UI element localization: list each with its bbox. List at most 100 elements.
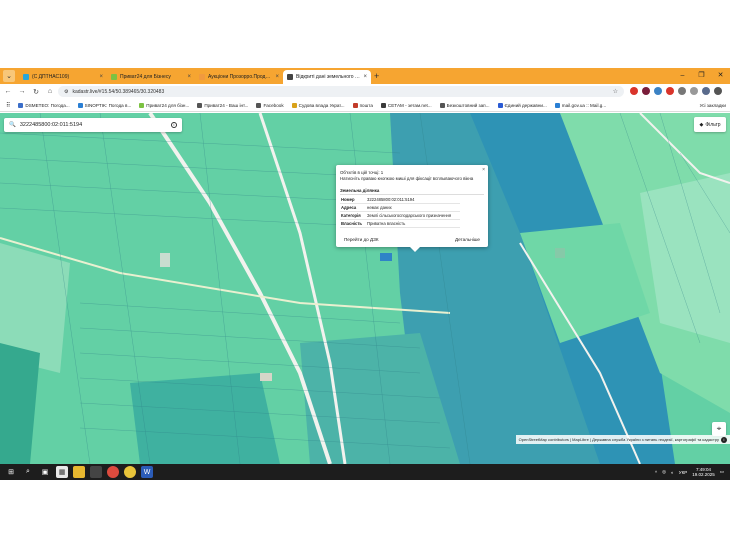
apps-icon[interactable]: ⠿ <box>6 102 10 109</box>
puzzle-icon[interactable] <box>678 87 686 95</box>
bookmark-item[interactable]: Facebook <box>256 102 284 108</box>
parcel-popup: × Об'єктів в цій точці: 1 Натисніть прав… <box>336 165 488 252</box>
tab-favicon <box>287 74 293 80</box>
cadastre-map[interactable]: 🔍 3222485800:02:011:5194 i ◆ Фільтр × Об… <box>0 113 730 464</box>
new-tab-button[interactable]: + <box>374 71 379 81</box>
maximize-icon[interactable]: ❐ <box>692 68 711 84</box>
info-icon[interactable]: i <box>721 436 727 443</box>
row-key: Категорія <box>340 211 366 220</box>
bookmark-item[interactable]: Безкоштовний зап... <box>439 102 490 108</box>
sidepanel-icon[interactable] <box>690 87 698 95</box>
info-icon[interactable]: i <box>171 122 177 128</box>
site-info-icon[interactable]: ⚙ <box>64 89 68 95</box>
browser-window: ⌄ (С ДПТНАС109) × Приват24 для Бізнесу ×… <box>0 68 730 480</box>
bookmark-favicon <box>77 102 83 108</box>
tab-2[interactable]: Аукціони Прозорро.Продажі × <box>195 70 283 84</box>
tab-strip: ⌄ (С ДПТНАС109) × Приват24 для Бізнесу ×… <box>0 68 730 84</box>
search-icon[interactable]: ⌕ <box>22 466 34 478</box>
clock[interactable]: 7:49:04 19.02.2025 <box>692 467 715 477</box>
word-icon[interactable]: W <box>141 466 153 478</box>
minimize-icon[interactable]: – <box>673 68 692 84</box>
back-icon[interactable]: ← <box>2 88 14 95</box>
bookmark-item[interactable]: DSMETEO: Погода... <box>18 102 70 108</box>
address-bar[interactable]: ⚙ kadastr.live/#15.54/50.389465/30.32048… <box>58 86 624 97</box>
extension-icon[interactable] <box>666 87 674 95</box>
all-bookmarks-folder[interactable]: Усі закладки <box>700 103 726 108</box>
notification-icon[interactable]: ▭ <box>720 469 724 475</box>
bookmark-favicon <box>352 102 358 108</box>
bookmark-item[interactable]: СЕТАМ - зетам.net... <box>380 102 432 108</box>
tab-label: Приват24 для Бізнесу <box>120 74 171 80</box>
close-icon[interactable]: × <box>187 74 191 80</box>
bookmark-favicon <box>197 102 203 108</box>
bookmark-favicon <box>256 102 262 108</box>
chrome-icon[interactable] <box>107 466 119 478</box>
home-icon[interactable]: ⌂ <box>44 88 56 95</box>
row-value: немає даних <box>366 203 460 212</box>
bookmark-item[interactable]: Приват24 - Ваш інт... <box>197 102 248 108</box>
bookmark-item[interactable]: Приват24 для бізн... <box>139 102 189 108</box>
avatar[interactable] <box>702 87 710 95</box>
tab-3-active[interactable]: Відкриті дані земельного кадастру × <box>283 70 371 84</box>
row-key: Адреса <box>340 203 366 212</box>
table-row: Категорія Землі сільськогосподарського п… <box>340 211 460 220</box>
row-value: Приватна власність <box>366 219 460 228</box>
chevron-up-icon[interactable]: ^ <box>655 470 657 475</box>
row-value: 3222485800:02:011:5194 <box>366 196 460 204</box>
map-attribution: OpenStreetMap contributors | MapLibre | … <box>515 435 730 444</box>
task-view-icon[interactable]: ▣ <box>39 466 51 478</box>
menu-icon[interactable] <box>714 87 722 95</box>
table-row: Адреса немає даних <box>340 203 460 212</box>
close-icon[interactable]: × <box>275 74 279 80</box>
language-indicator[interactable]: УКР <box>679 470 687 475</box>
popup-hint: Натисніть праваю кнопкою миші для фіксац… <box>340 176 474 181</box>
browser-toolbar: ← → ↻ ⌂ ⚙ kadastr.live/#15.54/50.389465/… <box>0 84 730 99</box>
tab-1[interactable]: Приват24 для Бізнесу × <box>107 70 195 84</box>
map-search-box[interactable]: 🔍 3222485800:02:011:5194 i <box>4 118 182 132</box>
bookmark-item[interactable]: Судова влада Украї... <box>291 102 345 108</box>
file-explorer-icon[interactable] <box>73 466 85 478</box>
extension-icon[interactable] <box>642 87 650 95</box>
bookmark-item[interactable]: Єдиний державни... <box>497 102 547 108</box>
chrome-icon[interactable] <box>124 466 136 478</box>
url-text: kadastr.live/#15.54/50.389465/30.320483 <box>72 88 165 95</box>
close-icon[interactable]: × <box>363 74 367 80</box>
table-row: Власність Приватна власність <box>340 219 460 228</box>
bookmark-item[interactable]: mail.gov.ua :: Mail.g... <box>554 102 606 108</box>
bookmark-favicon <box>380 102 386 108</box>
bookmark-favicon <box>291 102 297 108</box>
tab-label: (С ДПТНАС109) <box>32 74 70 80</box>
details-button[interactable]: Детальніше <box>451 236 484 243</box>
table-row: Номер 3222485800:02:011:5194 <box>340 196 460 204</box>
tab-favicon <box>111 74 117 80</box>
popup-tip <box>410 247 420 252</box>
bookmark-item[interactable]: SINOPTIK: Погода в... <box>77 102 131 108</box>
volume-icon[interactable]: ◐ <box>671 470 674 475</box>
app-icon[interactable] <box>90 466 102 478</box>
bookmarks-bar: ⠿ DSMETEO: Погода... SINOPTIK: Погода в.… <box>0 99 730 112</box>
go-dzk-button[interactable]: Перейти до ДЗК <box>340 236 383 243</box>
extension-icon[interactable] <box>654 87 662 95</box>
tab-favicon <box>23 74 29 80</box>
bookmark-item[interactable]: пошта <box>352 102 373 108</box>
bookmark-favicon <box>439 102 445 108</box>
close-icon[interactable]: × <box>482 167 485 173</box>
tab-0[interactable]: (С ДПТНАС109) × <box>19 70 107 84</box>
search-input[interactable]: 3222485800:02:011:5194 <box>20 122 171 128</box>
extension-icon[interactable] <box>630 87 638 95</box>
tab-search-button[interactable]: ⌄ <box>3 70 15 82</box>
close-icon[interactable]: × <box>99 74 103 80</box>
filter-icon: ◆ <box>699 121 704 128</box>
forward-icon[interactable]: → <box>16 88 28 95</box>
reload-icon[interactable]: ↻ <box>30 88 42 96</box>
row-value: Землі сільськогосподарського призначення <box>366 211 460 220</box>
bookmark-star-icon[interactable]: ☆ <box>613 88 618 95</box>
locate-button[interactable]: ⌖ <box>712 422 726 436</box>
system-tray: ^ ◎ ◐ УКР 7:49:04 19.02.2025 ▭ <box>655 464 724 480</box>
windows-start-icon[interactable]: ⊞ <box>5 466 17 478</box>
filters-button[interactable]: ◆ Фільтр <box>694 117 726 132</box>
calendar-app-icon[interactable]: ▦ <box>56 466 68 478</box>
window-close-icon[interactable]: ✕ <box>711 68 730 84</box>
network-icon[interactable]: ◎ <box>662 469 666 475</box>
bookmark-favicon <box>497 102 503 108</box>
